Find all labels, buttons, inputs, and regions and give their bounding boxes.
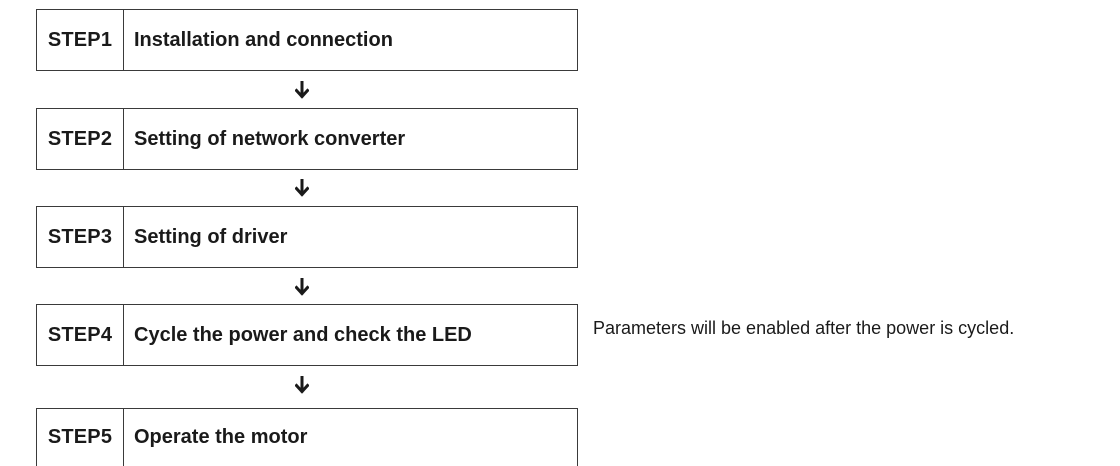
step-id: STEP1: [37, 10, 124, 70]
arrow-down-icon: [295, 81, 309, 99]
step-id: STEP2: [37, 109, 124, 169]
step-title: Setting of network converter: [134, 127, 406, 150]
arrow-down-icon: [295, 376, 309, 394]
step-box-5: STEP5 Operate the motor: [36, 408, 578, 466]
step-title: Operate the motor: [134, 426, 308, 448]
step-id: STEP5: [37, 409, 124, 466]
step-box-1: STEP1 Installation and connection: [36, 9, 578, 71]
step-title: Setting of driver: [134, 225, 288, 248]
step-id: STEP4: [37, 305, 124, 365]
step-title: Cycle the power and check the LED: [134, 323, 472, 346]
step-title: Installation and connection: [134, 28, 393, 51]
arrow-down-icon: [295, 179, 309, 197]
step-box-4: STEP4 Cycle the power and check the LED: [36, 304, 578, 366]
arrow-down-icon: [295, 278, 309, 296]
step-box-3: STEP3 Setting of driver: [36, 206, 578, 268]
step4-note: Parameters will be enabled after the pow…: [593, 318, 1015, 338]
step-box-2: STEP2 Setting of network converter: [36, 108, 578, 170]
step-id: STEP3: [37, 207, 124, 267]
